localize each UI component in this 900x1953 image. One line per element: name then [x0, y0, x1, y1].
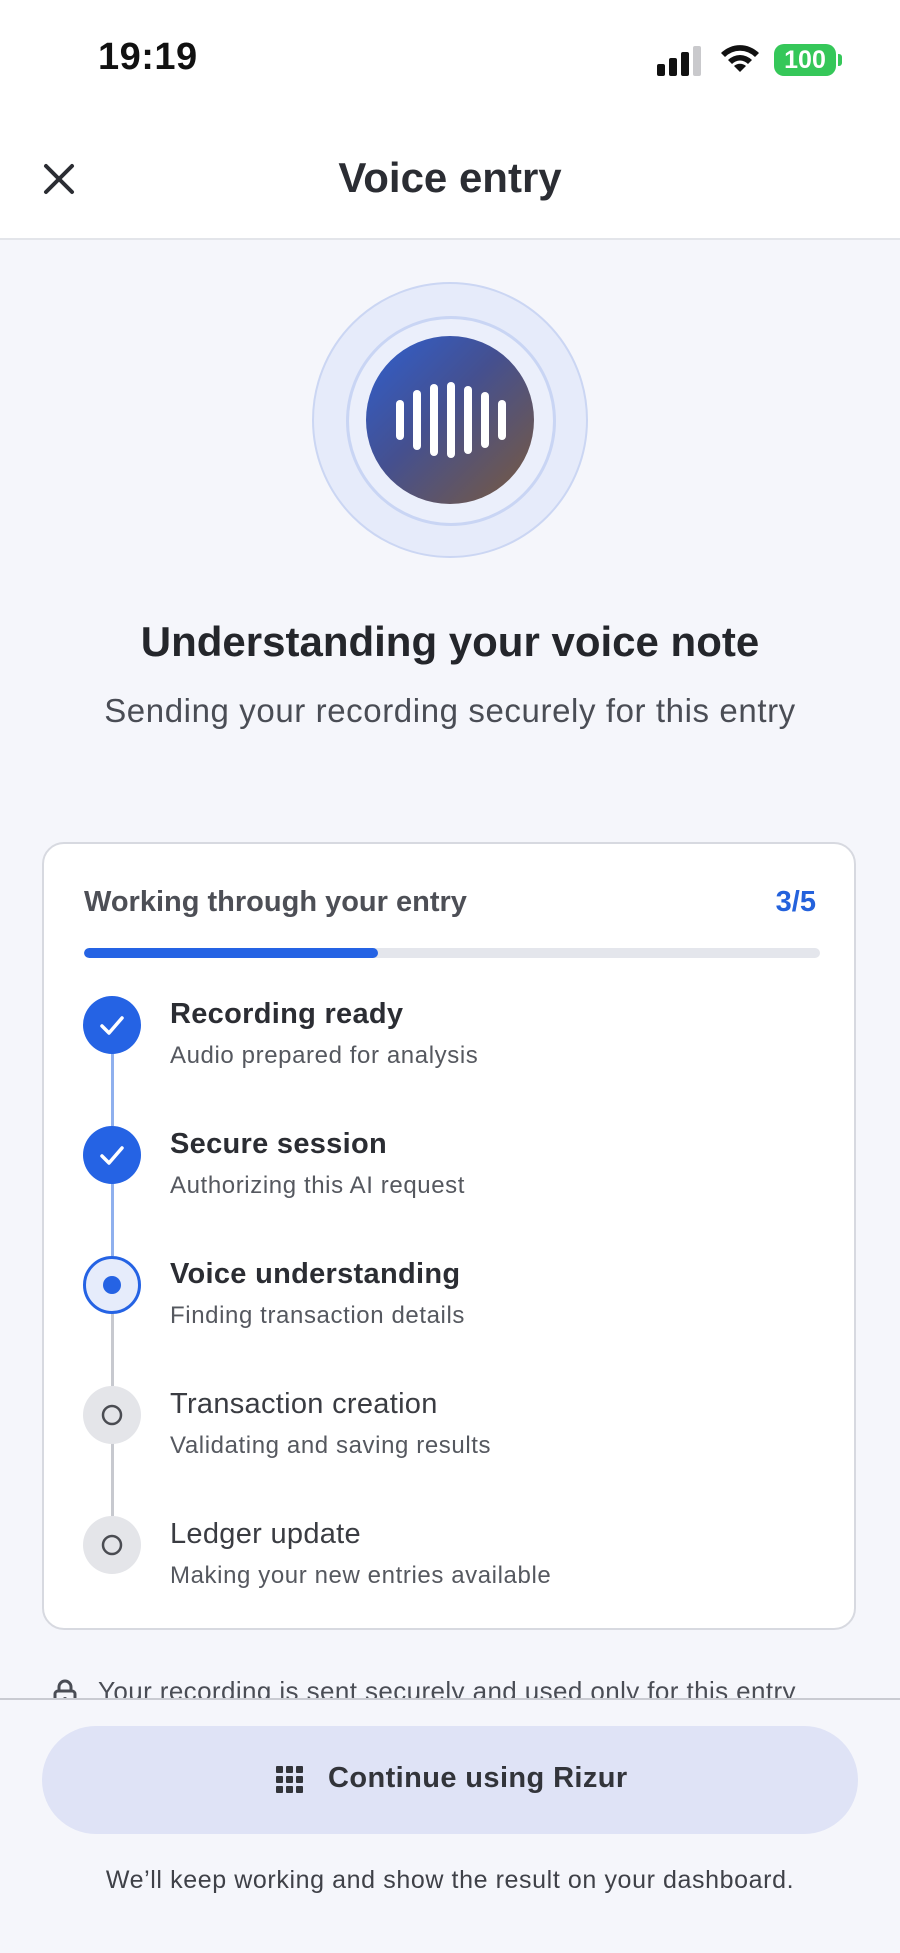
step-description: Authorizing this AI request	[170, 1172, 466, 1199]
nav-bar: Voice entry	[0, 120, 900, 240]
step-description: Making your new entries available	[170, 1562, 552, 1589]
step-pending-circle-icon	[83, 1386, 141, 1444]
footer-note: We’ll keep working and show the result o…	[105, 1866, 795, 1894]
continue-button-label: Continue using Rizur	[328, 1762, 628, 1794]
step-title: Voice understanding	[170, 1258, 461, 1290]
step-description: Finding transaction details	[170, 1302, 466, 1329]
lock-icon	[53, 1679, 77, 1698]
step-list: Recording ready Audio prepared for analy…	[44, 844, 854, 1628]
progress-card: Working through your entry 3/5 Recording…	[42, 842, 856, 1630]
step-description: Audio prepared for analysis	[170, 1042, 479, 1069]
orb-core	[366, 336, 534, 504]
step-done-check-icon	[83, 996, 141, 1054]
hero-title: Understanding your voice note	[140, 618, 760, 665]
status-time: 19:19	[98, 36, 198, 78]
battery-nub	[838, 54, 842, 66]
battery-icon: 100	[774, 44, 836, 76]
status-bar: 19:19 100	[0, 0, 900, 120]
step-title: Recording ready	[170, 998, 404, 1030]
step-title: Transaction creation	[170, 1388, 438, 1420]
step-active-dot-icon	[83, 1256, 141, 1314]
step-title: Ledger update	[170, 1518, 361, 1550]
hero-subtitle: Sending your recording securely for this…	[104, 692, 796, 729]
voice-orb	[312, 282, 588, 558]
sound-wave-icon	[396, 382, 506, 458]
step-title: Secure session	[170, 1128, 387, 1160]
cellular-signal-icon	[657, 46, 701, 76]
security-note-text: Your recording is sent securely and used…	[98, 1676, 796, 1698]
bottom-panel: Continue using Rizur We’ll keep working …	[0, 1698, 900, 1953]
wifi-icon	[721, 45, 759, 72]
page-title: Voice entry	[338, 154, 562, 201]
step-done-check-icon	[83, 1126, 141, 1184]
grid-icon	[276, 1766, 303, 1793]
continue-button[interactable]: Continue using Rizur	[42, 1726, 858, 1834]
security-note: Your recording is sent securely and used…	[52, 1672, 872, 1698]
step-description: Validating and saving results	[170, 1432, 492, 1459]
step-pending-circle-icon	[83, 1516, 141, 1574]
